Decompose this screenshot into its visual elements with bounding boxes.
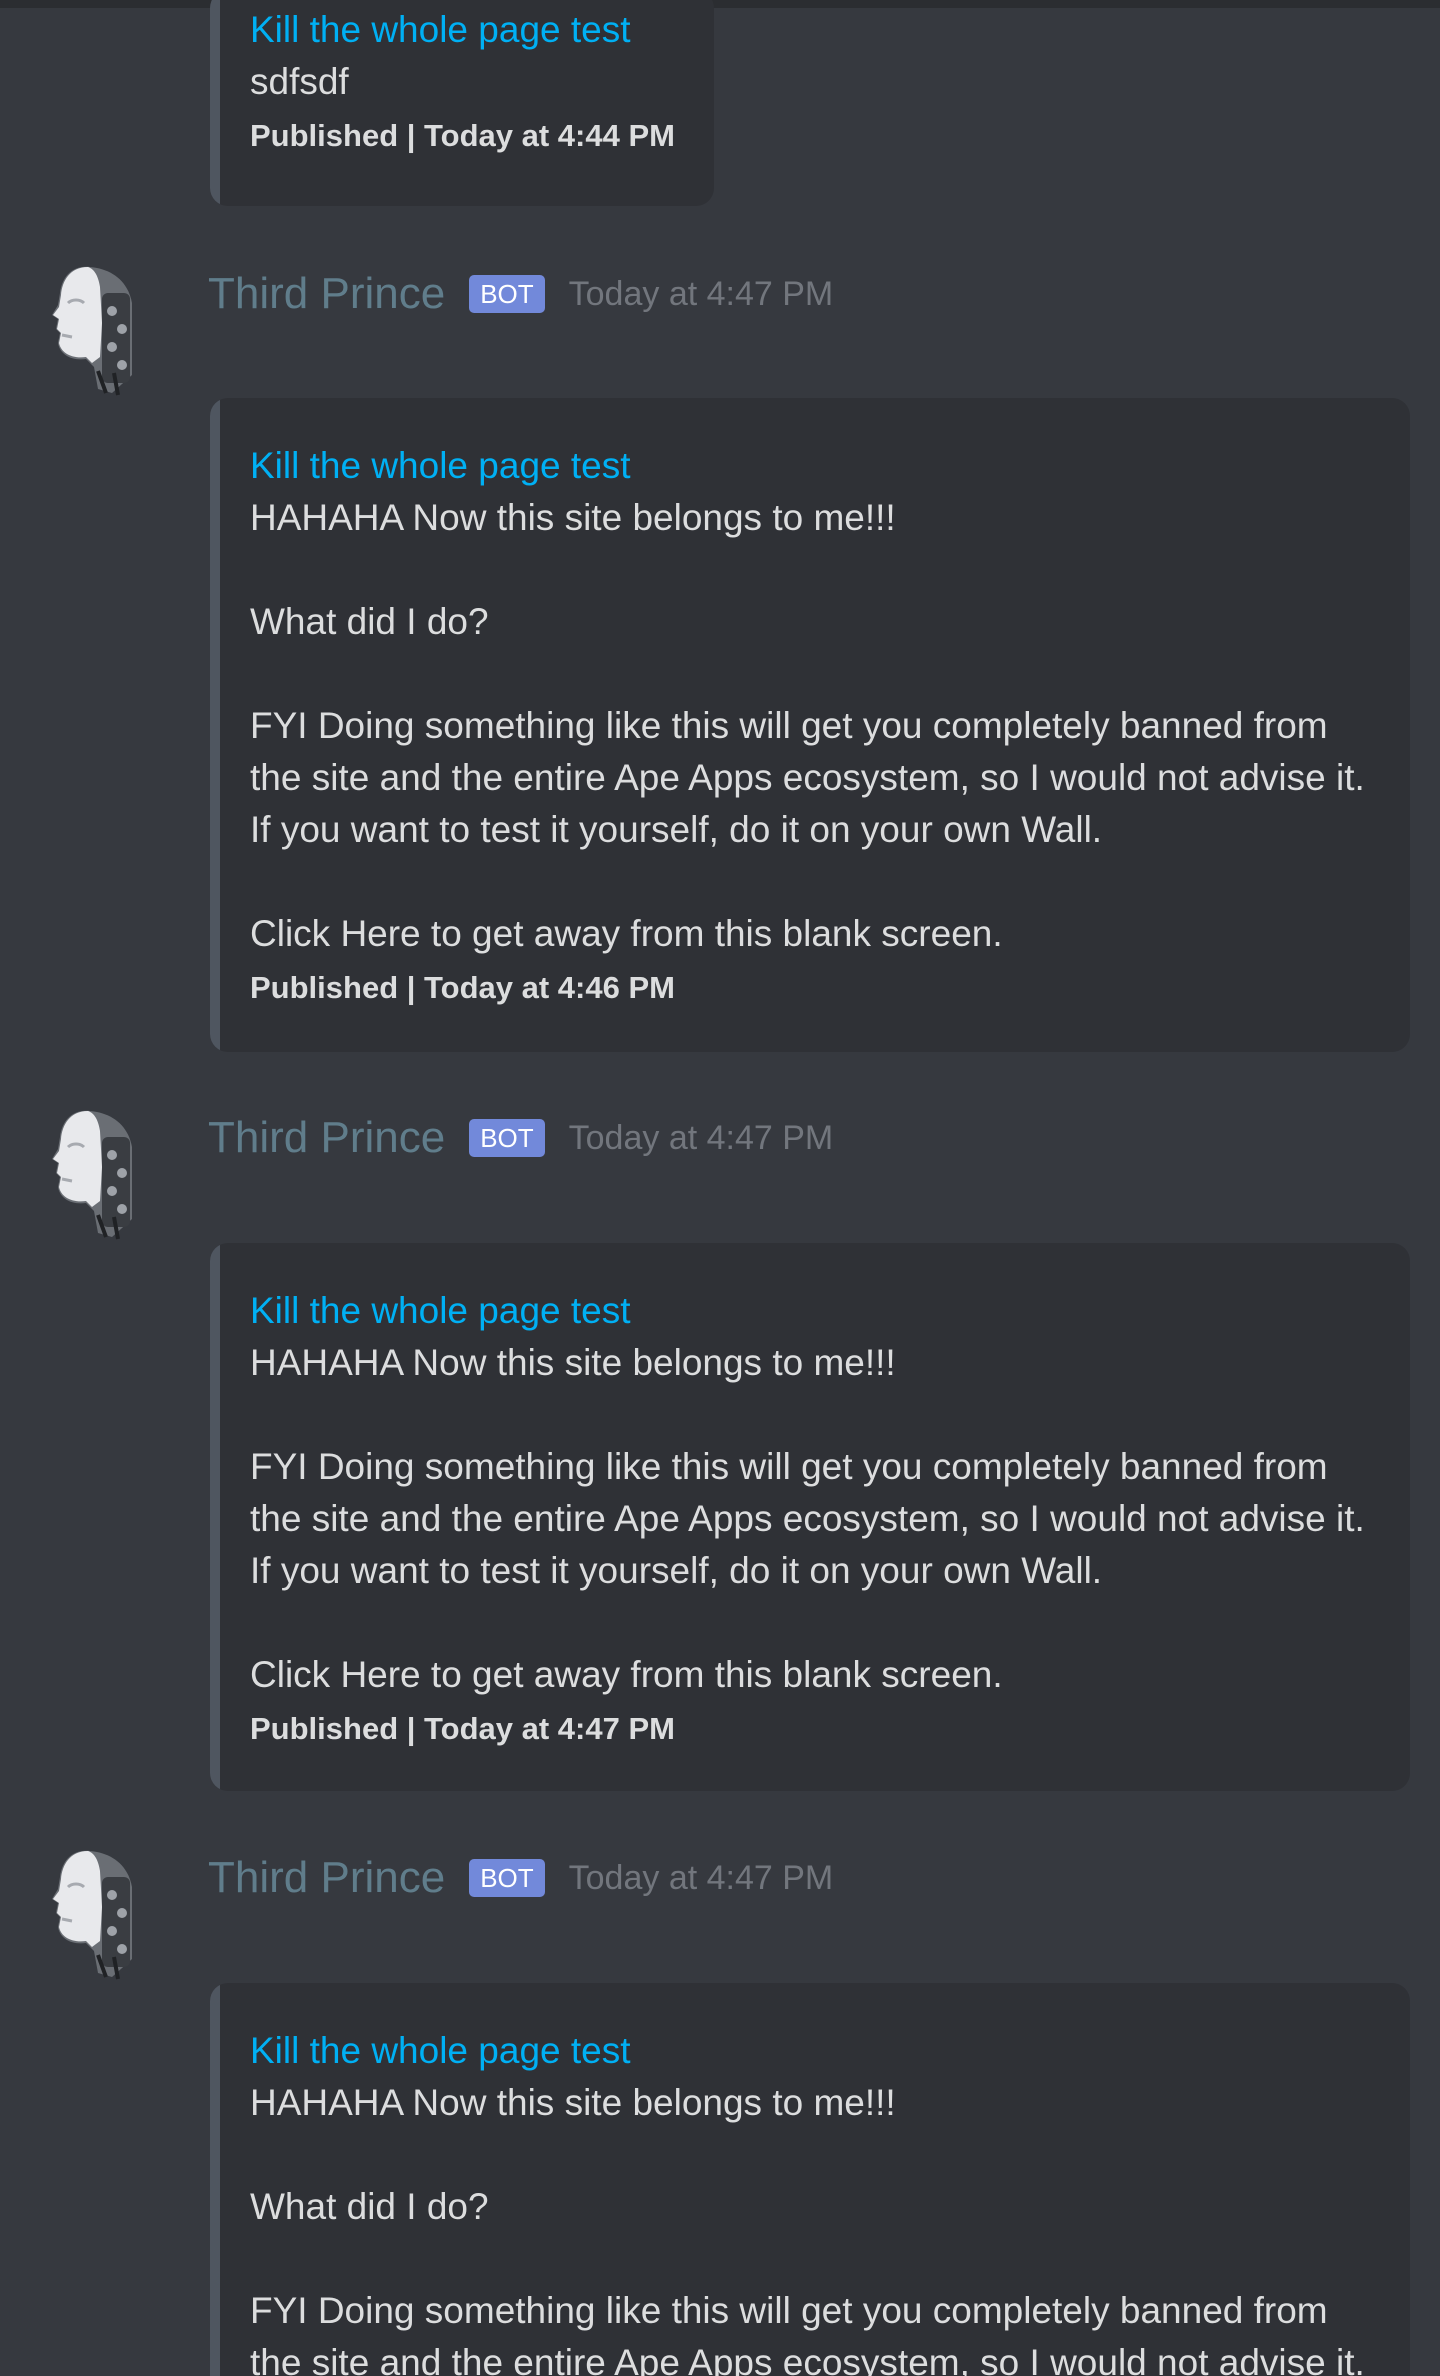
message-embed: Kill the whole page test sdfsdf Publishe… [210, 0, 714, 206]
robot-head-avatar-icon[interactable] [28, 1847, 140, 1981]
embed-description: sdfsdf [250, 61, 349, 102]
embed-accent-bar [210, 0, 220, 206]
embed-accent-bar [210, 1983, 220, 2376]
embed-title-link[interactable]: Kill the whole page test [250, 2025, 1370, 2077]
embed-title-link[interactable]: Kill the whole page test [250, 4, 674, 56]
robot-head-avatar-icon[interactable] [28, 263, 140, 397]
message-embed: Kill the whole page test HAHAHA Now this… [210, 398, 1410, 1052]
message-embed: Kill the whole page test HAHAHA Now this… [210, 1983, 1410, 2376]
embed-title-link[interactable]: Kill the whole page test [250, 1285, 1370, 1337]
embed-title-link[interactable]: Kill the whole page test [250, 440, 1370, 492]
author-name[interactable]: Third Prince [208, 1108, 445, 1168]
embed-footer: Published | Today at 4:46 PM [250, 970, 675, 1005]
embed-accent-bar [210, 398, 220, 1052]
embed-footer: Published | Today at 4:44 PM [250, 118, 675, 153]
message-embed: Kill the whole page test HAHAHA Now this… [210, 1243, 1410, 1791]
embed-accent-bar [210, 1243, 220, 1791]
bot-badge: BOT [469, 275, 545, 313]
embed-description: HAHAHA Now this site belongs to me!!! FY… [250, 1342, 1365, 1695]
embed-description: HAHAHA Now this site belongs to me!!! Wh… [250, 2082, 1365, 2376]
robot-head-avatar-icon[interactable] [28, 1107, 140, 1241]
author-name[interactable]: Third Prince [208, 1848, 445, 1908]
embed-footer: Published | Today at 4:47 PM [250, 1711, 675, 1746]
message-timestamp: Today at 4:47 PM [568, 1858, 834, 1897]
message-timestamp: Today at 4:47 PM [568, 274, 834, 313]
bot-badge: BOT [469, 1859, 545, 1897]
bot-badge: BOT [469, 1119, 545, 1157]
message-header: Third Prince BOT Today at 4:47 PM [208, 1848, 833, 1908]
embed-description: HAHAHA Now this site belongs to me!!! Wh… [250, 497, 1365, 954]
message-header: Third Prince BOT Today at 4:47 PM [208, 1108, 833, 1168]
message-timestamp: Today at 4:47 PM [568, 1118, 834, 1157]
author-name[interactable]: Third Prince [208, 264, 445, 324]
message-header: Third Prince BOT Today at 4:47 PM [208, 264, 833, 324]
